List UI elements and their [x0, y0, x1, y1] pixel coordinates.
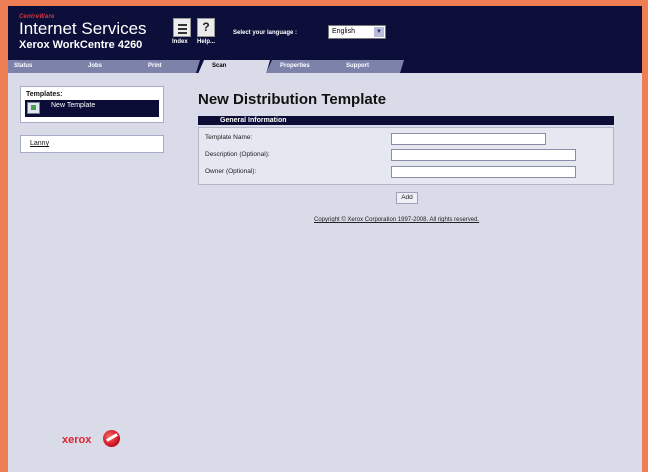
- xerox-logo-text: xerox: [62, 434, 92, 446]
- general-info-form: Template Name: Description (Optional): O…: [198, 127, 614, 185]
- owner-label: Owner (Optional):: [205, 168, 257, 175]
- language-label: Select your language :: [233, 30, 298, 36]
- tab-bar: Status Jobs Print Scan Properties Suppor…: [8, 60, 642, 73]
- tab-jobs[interactable]: Jobs: [74, 60, 140, 73]
- add-button[interactable]: Add: [396, 192, 418, 204]
- tab-print[interactable]: Print: [134, 60, 200, 73]
- tab-properties[interactable]: Properties: [266, 60, 338, 73]
- description-label: Description (Optional):: [205, 151, 270, 158]
- owner-input[interactable]: [391, 166, 576, 178]
- tab-support[interactable]: Support: [332, 60, 404, 73]
- section-title: General Information: [220, 117, 287, 124]
- user-panel: Lanny: [20, 135, 164, 153]
- app-title: Internet Services: [19, 19, 147, 38]
- index-icon[interactable]: [173, 18, 191, 37]
- tab-status[interactable]: Status: [8, 60, 82, 73]
- template-name-label: Template Name:: [205, 134, 253, 141]
- language-select[interactable]: English ▼: [328, 25, 386, 39]
- description-input[interactable]: [391, 149, 576, 161]
- copyright-link[interactable]: Copyright © Xerox Corporation 1997-2008.…: [314, 217, 479, 223]
- template-item-label: New Template: [51, 102, 96, 109]
- template-item-new-template[interactable]: New Template: [25, 100, 159, 117]
- templates-heading: Templates:: [26, 91, 63, 98]
- header: CentreWare Internet Services Xerox WorkC…: [8, 6, 642, 60]
- template-name-input[interactable]: [391, 133, 546, 145]
- chevron-down-icon[interactable]: ▼: [374, 27, 384, 37]
- language-select-value: English: [332, 28, 355, 35]
- user-link-lanny[interactable]: Lanny: [30, 140, 49, 147]
- help-icon[interactable]: ?: [197, 18, 215, 37]
- page-title: New Distribution Template: [198, 91, 387, 108]
- xerox-logo-icon: [103, 430, 120, 447]
- template-icon: [27, 102, 40, 114]
- section-header: General Information: [198, 116, 614, 125]
- help-link[interactable]: Help...: [197, 39, 215, 45]
- templates-panel: Templates: New Template: [20, 86, 164, 123]
- product-name: Xerox WorkCentre 4260: [19, 39, 143, 51]
- index-link[interactable]: Index: [172, 39, 188, 45]
- browser-page: CentreWare Internet Services Xerox WorkC…: [8, 6, 642, 472]
- tab-scan[interactable]: Scan: [198, 60, 270, 74]
